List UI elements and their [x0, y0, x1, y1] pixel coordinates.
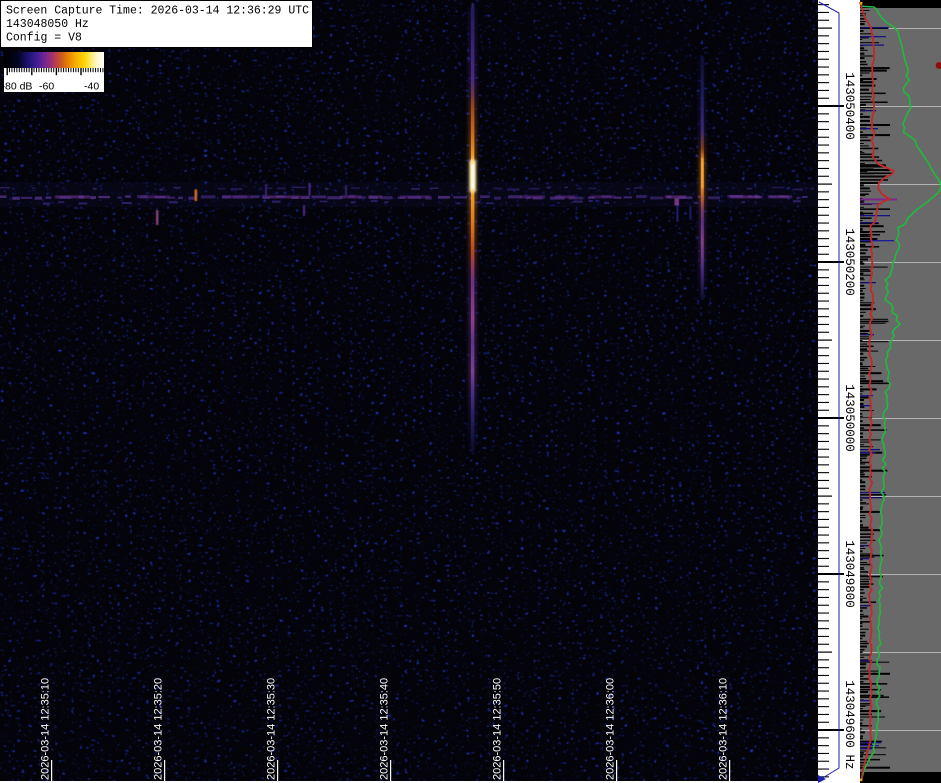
svg-text:2026-03-14 12:35:40: 2026-03-14 12:35:40: [379, 678, 391, 780]
svg-text:Screen Capture Time: 2026-03-1: Screen Capture Time: 2026-03-14 12:36:29…: [6, 5, 309, 18]
svg-text:Hz: Hz: [842, 754, 856, 769]
svg-text:-40: -40: [84, 81, 99, 93]
svg-text:143050000: 143050000: [842, 384, 856, 452]
svg-text:2026-03-14 12:35:30: 2026-03-14 12:35:30: [266, 678, 278, 780]
svg-text:2026-03-14 12:36:00: 2026-03-14 12:36:00: [605, 678, 617, 780]
svg-text:2026-03-14 12:36:10: 2026-03-14 12:36:10: [718, 678, 730, 780]
svg-text:143050200: 143050200: [842, 228, 856, 296]
svg-text:143048050 Hz: 143048050 Hz: [6, 18, 89, 31]
svg-text:-60: -60: [39, 81, 54, 93]
svg-text:2026-03-14 12:35:10: 2026-03-14 12:35:10: [40, 678, 52, 780]
svg-text:143049600: 143049600: [842, 680, 856, 748]
svg-text:2026-03-14 12:35:50: 2026-03-14 12:35:50: [492, 678, 504, 780]
svg-text:143049800: 143049800: [842, 540, 856, 608]
svg-text:2026-03-14 12:35:20: 2026-03-14 12:35:20: [153, 678, 165, 780]
svg-text:143050400: 143050400: [842, 72, 856, 140]
svg-text:Config = V8: Config = V8: [6, 31, 82, 44]
svg-text:-80 dB: -80 dB: [2, 81, 33, 93]
